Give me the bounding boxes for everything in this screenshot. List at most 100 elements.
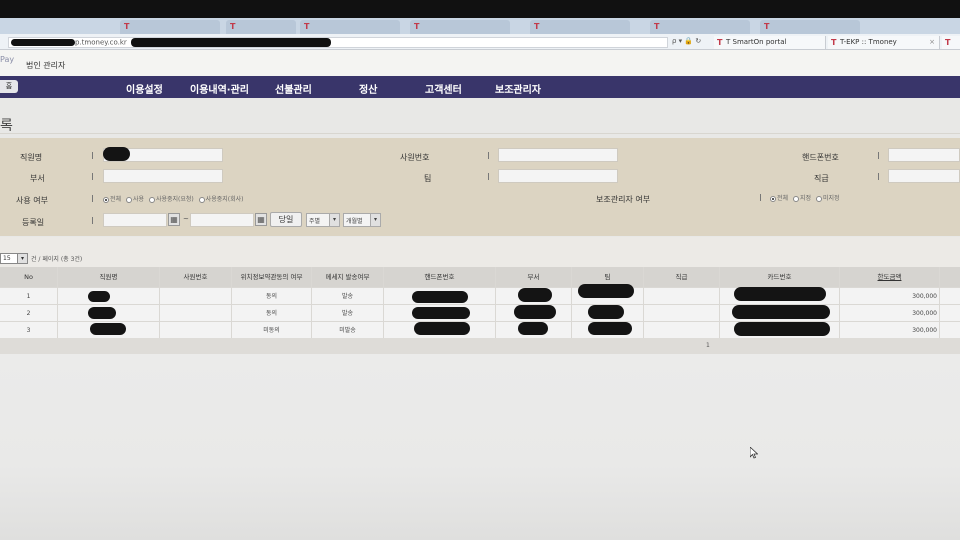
- today-button[interactable]: 당일: [270, 212, 302, 227]
- radio-icon[interactable]: [815, 195, 822, 202]
- tmoney-tab-icon: T: [414, 22, 420, 31]
- cell-limit-amount: 300,000: [840, 305, 940, 321]
- cell-no: 3: [0, 322, 58, 338]
- label-separator: [878, 173, 879, 180]
- tab-label: T-EKP :: Tmoney: [840, 38, 897, 46]
- col-message-sent: 메세지 발송여부: [312, 267, 384, 287]
- radio-label: 사용중지(회사): [205, 196, 244, 203]
- browser-tab-tekp[interactable]: T T-EKP :: Tmoney ×: [828, 36, 940, 49]
- label-separator: [92, 217, 93, 224]
- sub-admin-assigned-option[interactable]: 지정: [790, 195, 811, 202]
- start-date-input[interactable]: [103, 213, 167, 227]
- radio-icon[interactable]: [198, 196, 205, 203]
- reg-date-label: 등록일: [22, 218, 45, 227]
- page-size-select[interactable]: 15 ▾: [0, 253, 28, 264]
- chevron-down-icon: ▾: [329, 214, 339, 226]
- browser-tab-inactive[interactable]: T: [410, 20, 510, 34]
- browser-tab-inactive[interactable]: T: [650, 20, 750, 34]
- use-status-stop-company-option[interactable]: 사용중지(회사): [196, 196, 244, 203]
- nav-prepaid-management[interactable]: 선불관리: [275, 81, 312, 96]
- position-input[interactable]: [888, 169, 960, 183]
- monthly-select[interactable]: 개월별 ▾: [343, 213, 381, 227]
- sub-admin-radio-group: 전체 지정 미지정: [767, 193, 840, 202]
- redacted-department: [518, 322, 548, 335]
- radio-icon[interactable]: [125, 196, 132, 203]
- phone-input[interactable]: [888, 148, 960, 162]
- tmoney-tab-icon: T: [945, 38, 951, 47]
- tmoney-tab-icon: T: [124, 22, 130, 31]
- end-date-input[interactable]: [190, 213, 254, 227]
- calendar-icon[interactable]: ▦: [255, 213, 267, 226]
- label-separator: [92, 173, 93, 180]
- tmoney-tab-icon: T: [304, 22, 310, 31]
- mouse-cursor-icon: [750, 447, 758, 459]
- tab-label: T SmartOn portal: [726, 38, 787, 46]
- result-count: 건 / 페이지 (총 3건): [31, 256, 83, 263]
- date-range-separator: ~: [183, 215, 189, 223]
- redacted-card-no: [734, 287, 826, 301]
- tmoney-pay-logo[interactable]: Pay: [0, 55, 14, 64]
- use-status-stop-request-option[interactable]: 사용중지(요청): [146, 196, 194, 203]
- tmoney-tab-icon: T: [764, 22, 770, 31]
- nav-sub-admin[interactable]: 보조관리자: [495, 81, 541, 96]
- close-tab-icon[interactable]: ×: [929, 38, 935, 46]
- redacted-name: [88, 307, 116, 319]
- col-department: 부서: [496, 267, 572, 287]
- chevron-down-icon: ▾: [17, 254, 27, 263]
- position-label: 직급: [814, 174, 829, 183]
- employee-no-input[interactable]: [498, 148, 618, 162]
- browser-tab-inactive[interactable]: T: [300, 20, 400, 34]
- browser-tab-inactive[interactable]: T: [530, 20, 630, 34]
- team-input[interactable]: [498, 169, 618, 183]
- radio-icon[interactable]: [792, 195, 799, 202]
- cell-limit-amount: 300,000: [840, 322, 940, 338]
- radio-icon[interactable]: [148, 196, 155, 203]
- department-label: 부서: [30, 174, 45, 183]
- browser-tab-inactive[interactable]: T: [226, 20, 296, 34]
- redacted-department: [514, 305, 556, 319]
- redacted-team: [588, 305, 624, 319]
- redacted-card-no: [734, 322, 830, 336]
- cell-no: 1: [0, 288, 58, 304]
- page-number[interactable]: 1: [706, 342, 710, 349]
- radio-selected-icon[interactable]: [770, 195, 776, 202]
- nav-usage-history[interactable]: 이용내역·관리: [190, 81, 249, 96]
- cell-message: 발송: [312, 288, 384, 304]
- tmoney-tab-icon: T: [831, 38, 837, 47]
- col-no: No: [0, 267, 58, 287]
- url-field[interactable]: p.tmoney.co.kr: [8, 37, 668, 48]
- radio-selected-icon[interactable]: [103, 196, 109, 203]
- url-tools[interactable]: ρ ▾ 🔒 ↻: [672, 37, 701, 45]
- department-input[interactable]: [103, 169, 223, 183]
- cell-consent: 동의: [232, 305, 312, 321]
- empty-content-area: [0, 354, 960, 540]
- browser-tab-extra[interactable]: T: [942, 36, 960, 49]
- cell-consent: 미동의: [232, 322, 312, 338]
- weekly-select[interactable]: 주별 ▾: [306, 213, 340, 227]
- nav-home-button[interactable]: 홈: [0, 80, 18, 93]
- radio-label: 지정: [799, 195, 812, 202]
- tmoney-tab-icon: T: [654, 22, 660, 31]
- col-limit-amount[interactable]: 한도금액: [840, 267, 940, 287]
- nav-customer-center[interactable]: 고객센터: [425, 81, 462, 96]
- chevron-down-icon: ▾: [370, 214, 380, 226]
- calendar-icon[interactable]: ▦: [168, 213, 180, 226]
- col-employee-no[interactable]: 사원번호: [160, 267, 232, 287]
- team-label: 팀: [424, 174, 432, 183]
- col-employee-name[interactable]: 직원명: [58, 267, 160, 287]
- label-separator: [488, 152, 489, 159]
- sub-admin-all-option[interactable]: 전체: [767, 195, 788, 202]
- nav-settlement[interactable]: 정산: [359, 81, 377, 96]
- sub-admin-unassigned-option[interactable]: 미지정: [813, 195, 840, 202]
- redacted-url-path: [130, 38, 331, 47]
- monitor-bezel: [0, 0, 960, 18]
- cell-message: 발송: [312, 305, 384, 321]
- use-status-all-option[interactable]: 전체: [100, 196, 121, 203]
- corporate-admin-label: 법인 관리자: [26, 61, 66, 70]
- radio-label: 사용중지(요청): [155, 196, 194, 203]
- browser-tab-inactive[interactable]: T: [120, 20, 220, 34]
- browser-tab-smarton[interactable]: TT SmartOn portal: [714, 36, 826, 49]
- use-status-use-option[interactable]: 사용: [123, 196, 144, 203]
- nav-usage-settings[interactable]: 이용설정: [126, 81, 163, 96]
- browser-tab-inactive[interactable]: T: [760, 20, 860, 34]
